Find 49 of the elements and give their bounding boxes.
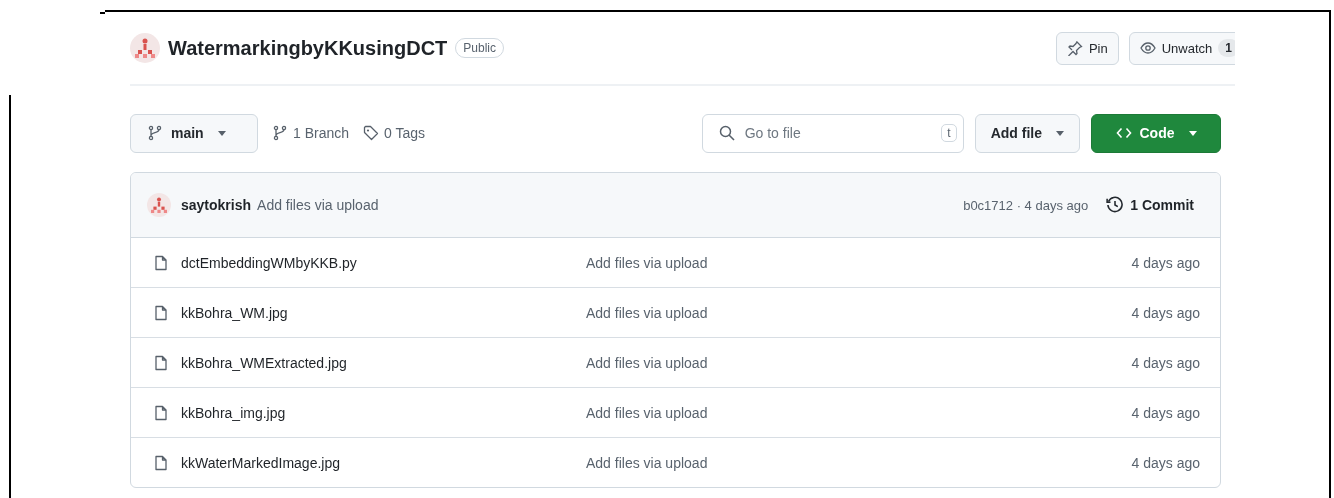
- watch-count: 1: [1218, 39, 1235, 57]
- commit-message[interactable]: Add files via upload: [586, 454, 1132, 471]
- branch-icon: [147, 125, 163, 141]
- commit-info: b0c1712 · 4 days ago: [963, 197, 1089, 213]
- file-icon: [153, 354, 169, 371]
- watch-button[interactable]: Unwatch 1: [1128, 31, 1235, 65]
- avatar-icon: [147, 193, 171, 217]
- file-time: 4 days ago: [1131, 304, 1200, 321]
- caret-icon: [217, 130, 226, 136]
- file-time: 4 days ago: [1131, 354, 1200, 371]
- search-input[interactable]: Go to file: [742, 124, 934, 142]
- branches-link[interactable]: 1 Branch: [272, 125, 350, 141]
- branch-selector[interactable]: main: [130, 113, 258, 153]
- tags-link[interactable]: 0 Tags: [363, 125, 426, 141]
- file-time: 4 days ago: [1131, 404, 1200, 421]
- file-link[interactable]: kkBohra_WM.jpg: [181, 304, 288, 321]
- commit-message[interactable]: Add files via upload: [586, 254, 1132, 271]
- avatar-icon: [130, 33, 160, 63]
- file-icon: [153, 404, 169, 421]
- file-link[interactable]: kkWaterMarkedImage.jpg: [181, 454, 340, 471]
- file-icon: [153, 254, 169, 271]
- commit-message[interactable]: Add files via upload: [586, 354, 1132, 371]
- code-button[interactable]: Code: [1091, 113, 1221, 153]
- commit-author[interactable]: saytokrish: [181, 197, 252, 213]
- file-icon: [153, 304, 169, 321]
- caret-icon: [1056, 130, 1064, 136]
- file-icon: [153, 454, 169, 471]
- file-time: 4 days ago: [1131, 254, 1200, 271]
- pin-button[interactable]: Pin: [1055, 31, 1119, 65]
- file-link[interactable]: kkBohra_WMExtracted.jpg: [181, 354, 347, 371]
- tag-icon: [363, 125, 380, 141]
- caret-icon: [1188, 130, 1197, 136]
- file-time: 4 days ago: [1131, 454, 1200, 471]
- pin-icon: [1066, 40, 1083, 56]
- shortcut-key: t: [941, 124, 957, 142]
- branch-icon: [272, 125, 288, 141]
- commit-message[interactable]: Add files via upload: [586, 304, 1132, 321]
- repo-title[interactable]: WatermarkingbyKKusingDCT: [168, 36, 448, 60]
- eye-icon: [1139, 40, 1156, 56]
- commit-message[interactable]: Add files via upload: [257, 197, 379, 213]
- file-link[interactable]: dctEmbeddingWMbyKKB.py: [181, 254, 357, 271]
- file-search-field[interactable]: Go to file t: [701, 113, 964, 153]
- code-icon: [1115, 125, 1132, 141]
- history-icon: [1106, 196, 1125, 214]
- add-file-button[interactable]: Add file: [974, 113, 1080, 153]
- search-icon: [718, 125, 735, 141]
- commits-link[interactable]: 1 Commit: [1106, 196, 1194, 214]
- file-link[interactable]: kkBohra_img.jpg: [181, 404, 286, 421]
- commit-message[interactable]: Add files via upload: [586, 404, 1132, 421]
